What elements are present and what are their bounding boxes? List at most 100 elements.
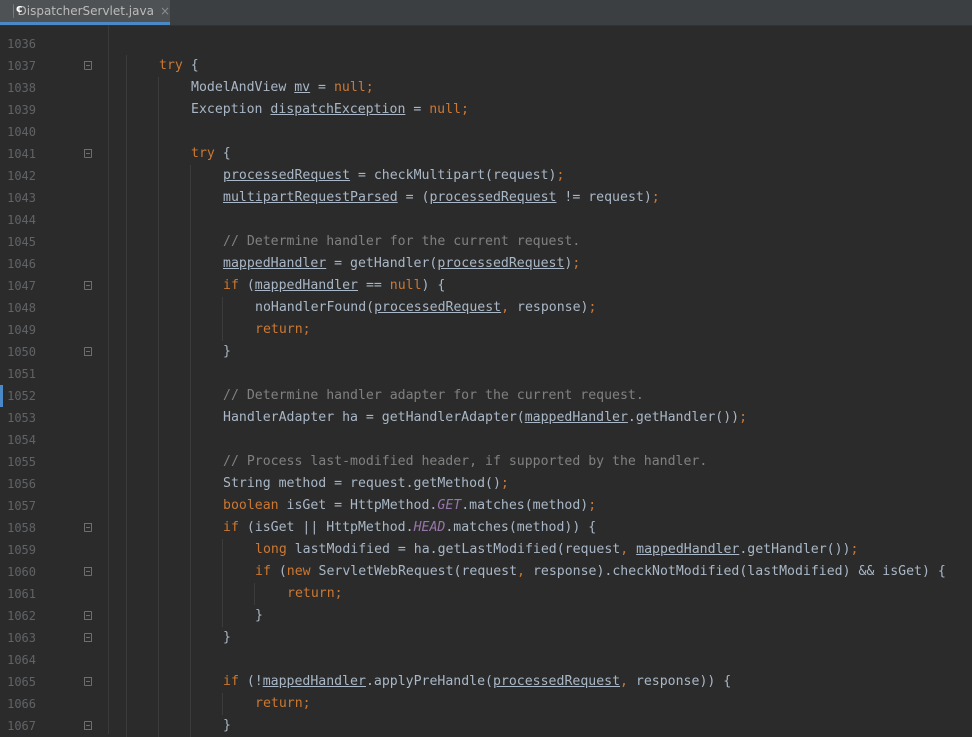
fold-marker-icon[interactable] bbox=[84, 721, 92, 730]
fold-marker-icon[interactable] bbox=[84, 523, 92, 532]
code-line[interactable]: 1048 noHandlerFound(processedRequest, res… bbox=[0, 297, 972, 319]
code-line[interactable]: 1037 try { bbox=[0, 55, 972, 77]
line-number[interactable]: 1056 bbox=[0, 473, 36, 495]
code-line[interactable]: 1055 // Process last-modified header, if … bbox=[0, 451, 972, 473]
code-token: String method = request.getMethod() bbox=[223, 476, 501, 491]
line-number[interactable]: 1036 bbox=[0, 33, 36, 55]
code-token: mappedHandler bbox=[223, 256, 327, 271]
code-line[interactable]: 1051 bbox=[0, 363, 972, 385]
line-number[interactable]: 1057 bbox=[0, 495, 36, 517]
code-token: new bbox=[286, 564, 311, 579]
code-line[interactable]: 1049 return; bbox=[0, 319, 972, 341]
code-token: (isGet || HttpMethod. bbox=[238, 520, 414, 535]
code-line[interactable]: 1036 bbox=[0, 33, 972, 55]
fold-marker-icon[interactable] bbox=[84, 149, 92, 158]
code-editor[interactable]: 1036 1037 try {1038 ModelAndView mv = null;… bbox=[0, 33, 972, 737]
line-number[interactable]: 1055 bbox=[0, 451, 36, 473]
line-number[interactable]: 1065 bbox=[0, 671, 36, 693]
code-token: } bbox=[255, 608, 263, 623]
code-line[interactable]: 1043 multipartRequestParsed = (processedR… bbox=[0, 187, 972, 209]
code-line[interactable]: 1040 bbox=[0, 121, 972, 143]
code-token: ; bbox=[850, 542, 859, 557]
fold-marker-icon[interactable] bbox=[84, 347, 92, 356]
code-token: == bbox=[358, 278, 390, 293]
code-token: // Process last-modified header, if supp… bbox=[223, 454, 708, 469]
line-number[interactable]: 1043 bbox=[0, 187, 36, 209]
line-number[interactable]: 1052 bbox=[0, 385, 36, 407]
line-number[interactable]: 1037 bbox=[0, 55, 36, 77]
code-line[interactable]: 1045 // Determine handler for the current… bbox=[0, 231, 972, 253]
code-token: processedRequest bbox=[437, 256, 565, 271]
code-line[interactable]: 1053 HandlerAdapter ha = getHandlerAdapte… bbox=[0, 407, 972, 429]
fold-marker-icon[interactable] bbox=[84, 281, 92, 290]
code-token: long bbox=[255, 542, 287, 557]
fold-marker-icon[interactable] bbox=[84, 567, 92, 576]
line-number[interactable]: 1048 bbox=[0, 297, 36, 319]
line-number[interactable]: 1060 bbox=[0, 561, 36, 583]
code-line[interactable]: 1063} bbox=[0, 627, 972, 649]
code-line[interactable]: 1042 processedRequest = checkMultipart(re… bbox=[0, 165, 972, 187]
code-token: Exception bbox=[191, 102, 271, 117]
code-line[interactable]: 1058 if (isGet || HttpMethod.HEAD.matches… bbox=[0, 517, 972, 539]
code-line[interactable]: 1059 long lastModified = ha.getLastModifi… bbox=[0, 539, 972, 561]
line-number[interactable]: 1053 bbox=[0, 407, 36, 429]
fold-marker-icon[interactable] bbox=[84, 677, 92, 686]
line-number[interactable]: 1062 bbox=[0, 605, 36, 627]
line-number[interactable]: 1061 bbox=[0, 583, 36, 605]
code-text: String method = request.getMethod(); bbox=[223, 473, 509, 495]
line-number[interactable]: 1047 bbox=[0, 275, 36, 297]
code-token: mappedHandler bbox=[254, 278, 358, 293]
code-token: multipartRequestParsed bbox=[223, 190, 398, 205]
line-number[interactable]: 1045 bbox=[0, 231, 36, 253]
code-line[interactable]: 1062} bbox=[0, 605, 972, 627]
indent-guide bbox=[190, 165, 191, 737]
line-number[interactable]: 1054 bbox=[0, 429, 36, 451]
code-line[interactable]: 1061 return; bbox=[0, 583, 972, 605]
code-token: ) { bbox=[421, 278, 446, 293]
line-number[interactable]: 1064 bbox=[0, 649, 36, 671]
code-token: // Determine handler adapter for the cur… bbox=[223, 388, 644, 403]
code-line[interactable]: 1066 return; bbox=[0, 693, 972, 715]
line-number[interactable]: 1046 bbox=[0, 253, 36, 275]
code-token: ; bbox=[572, 256, 581, 271]
code-line[interactable]: 1060 if (new ServletWebRequest(request, r… bbox=[0, 561, 972, 583]
code-token: ModelAndView bbox=[191, 80, 295, 95]
code-line[interactable]: 1057 boolean isGet = HttpMethod.GET.match… bbox=[0, 495, 972, 517]
code-line[interactable]: 1064 bbox=[0, 649, 972, 671]
code-line[interactable]: 1052 // Determine handler adapter for the… bbox=[0, 385, 972, 407]
line-number[interactable]: 1058 bbox=[0, 517, 36, 539]
line-number[interactable]: 1059 bbox=[0, 539, 36, 561]
code-line[interactable]: 1047 if (mappedHandler == null) { bbox=[0, 275, 972, 297]
fold-marker-icon[interactable] bbox=[84, 61, 92, 70]
code-line[interactable]: 1039 Exception dispatchException = null; bbox=[0, 99, 972, 121]
code-token: if bbox=[223, 520, 239, 535]
code-line[interactable]: 1041 try { bbox=[0, 143, 972, 165]
code-line[interactable]: 1046 mappedHandler = getHandler(processed… bbox=[0, 253, 972, 275]
fold-marker-icon[interactable] bbox=[84, 611, 92, 620]
line-number[interactable]: 1044 bbox=[0, 209, 36, 231]
tab-dispatcherservlet[interactable]: DispatcherServlet.java × bbox=[0, 0, 170, 25]
code-text: boolean isGet = HttpMethod.GET.matches(m… bbox=[223, 495, 596, 517]
line-number[interactable]: 1050 bbox=[0, 341, 36, 363]
fold-marker-icon[interactable] bbox=[84, 633, 92, 642]
code-token: try bbox=[159, 58, 183, 73]
code-line[interactable]: 1065 if (!mappedHandler.applyPreHandle(pr… bbox=[0, 671, 972, 693]
line-number[interactable]: 1042 bbox=[0, 165, 36, 187]
code-token: ; bbox=[334, 586, 343, 601]
code-text: } bbox=[255, 605, 263, 627]
close-icon[interactable]: × bbox=[160, 4, 170, 18]
code-line[interactable]: 1044 bbox=[0, 209, 972, 231]
line-number[interactable]: 1038 bbox=[0, 77, 36, 99]
code-line[interactable]: 1050} bbox=[0, 341, 972, 363]
line-number[interactable]: 1049 bbox=[0, 319, 36, 341]
line-number[interactable]: 1051 bbox=[0, 363, 36, 385]
line-number[interactable]: 1063 bbox=[0, 627, 36, 649]
line-number[interactable]: 1040 bbox=[0, 121, 36, 143]
code-line[interactable]: 1056 String method = request.getMethod(); bbox=[0, 473, 972, 495]
code-line[interactable]: 1054 bbox=[0, 429, 972, 451]
code-token: ; bbox=[588, 300, 597, 315]
line-number[interactable]: 1041 bbox=[0, 143, 36, 165]
line-number[interactable]: 1039 bbox=[0, 99, 36, 121]
code-line[interactable]: 1038 ModelAndView mv = null; bbox=[0, 77, 972, 99]
line-number[interactable]: 1066 bbox=[0, 693, 36, 715]
